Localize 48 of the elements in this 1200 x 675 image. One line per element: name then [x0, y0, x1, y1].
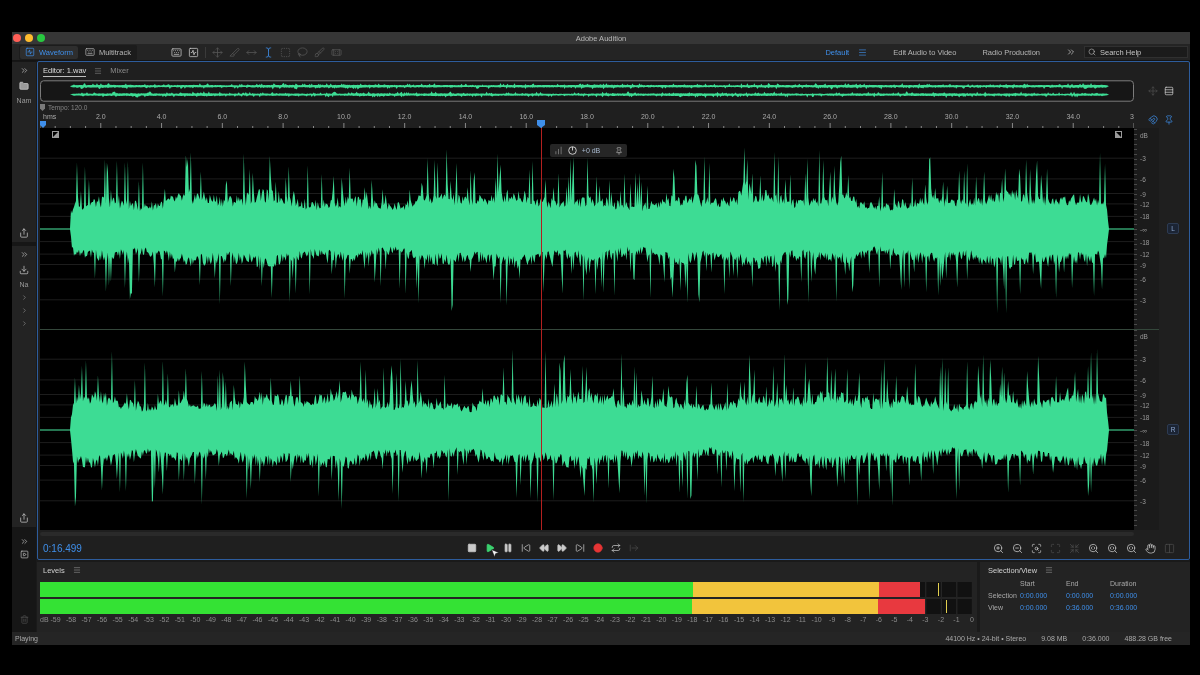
- waveform-box-icon: [25, 47, 35, 57]
- stop-icon[interactable]: [467, 543, 477, 553]
- download-icon[interactable]: [19, 265, 29, 275]
- pin-icon[interactable]: [1163, 114, 1174, 125]
- chevrons-right-icon[interactable]: [19, 537, 29, 546]
- keyboard-icon[interactable]: [171, 46, 182, 58]
- diagonal-square-icon[interactable]: [52, 131, 59, 138]
- menu-icon[interactable]: [858, 47, 868, 57]
- menu-icon[interactable]: [72, 566, 81, 574]
- rewind-icon[interactable]: [539, 543, 549, 553]
- maximize-icon[interactable]: [37, 34, 45, 42]
- record-icon[interactable]: [593, 543, 603, 553]
- close-icon[interactable]: [13, 34, 21, 42]
- skip-back-icon[interactable]: [521, 543, 531, 553]
- magnet-icon[interactable]: [1147, 114, 1158, 125]
- bracket-magnifier-icon[interactable]: [1088, 542, 1099, 554]
- play-icon[interactable]: [485, 543, 495, 553]
- zoom-out-icon[interactable]: [1012, 542, 1023, 554]
- skip-forward-icon[interactable]: [575, 543, 585, 553]
- waveform-box-icon[interactable]: [188, 46, 199, 58]
- scan-search-icon[interactable]: [1031, 542, 1042, 554]
- share-icon[interactable]: [19, 513, 29, 523]
- keyboard-icon: [84, 47, 95, 57]
- search-icon: [1088, 48, 1096, 56]
- menu-icon[interactable]: [1045, 566, 1054, 574]
- play-box-icon[interactable]: [19, 550, 29, 559]
- diagonal-square-icon[interactable]: [1115, 131, 1122, 138]
- folder-icon[interactable]: [19, 81, 29, 91]
- text-cursor-icon[interactable]: [263, 46, 274, 58]
- mouse-pointer-icon: [490, 548, 500, 558]
- hand-icon[interactable]: [1145, 542, 1156, 554]
- chevrons-right-icon[interactable]: [19, 66, 29, 75]
- ruler-start-marker[interactable]: [40, 121, 46, 128]
- rows-icon[interactable]: [1163, 86, 1174, 96]
- bracket-magnifier-icon[interactable]: [1126, 542, 1137, 554]
- fast-forward-icon[interactable]: [557, 543, 567, 553]
- bracket-magnifier-icon[interactable]: [1107, 542, 1118, 554]
- share-icon[interactable]: [19, 228, 29, 238]
- tempo-marker-icon[interactable]: [40, 103, 45, 111]
- menu-icon[interactable]: [94, 66, 103, 75]
- chevrons-right-icon[interactable]: [1066, 47, 1076, 57]
- chevrons-right-icon[interactable]: [19, 250, 29, 259]
- zoom-in-icon[interactable]: [993, 542, 1004, 554]
- repeat-icon[interactable]: [611, 543, 621, 553]
- minimize-icon[interactable]: [25, 34, 33, 42]
- pause-icon[interactable]: [503, 543, 513, 553]
- horizontal-scrollbar[interactable]: [40, 531, 1134, 536]
- current-time: 0:16.499: [43, 542, 83, 554]
